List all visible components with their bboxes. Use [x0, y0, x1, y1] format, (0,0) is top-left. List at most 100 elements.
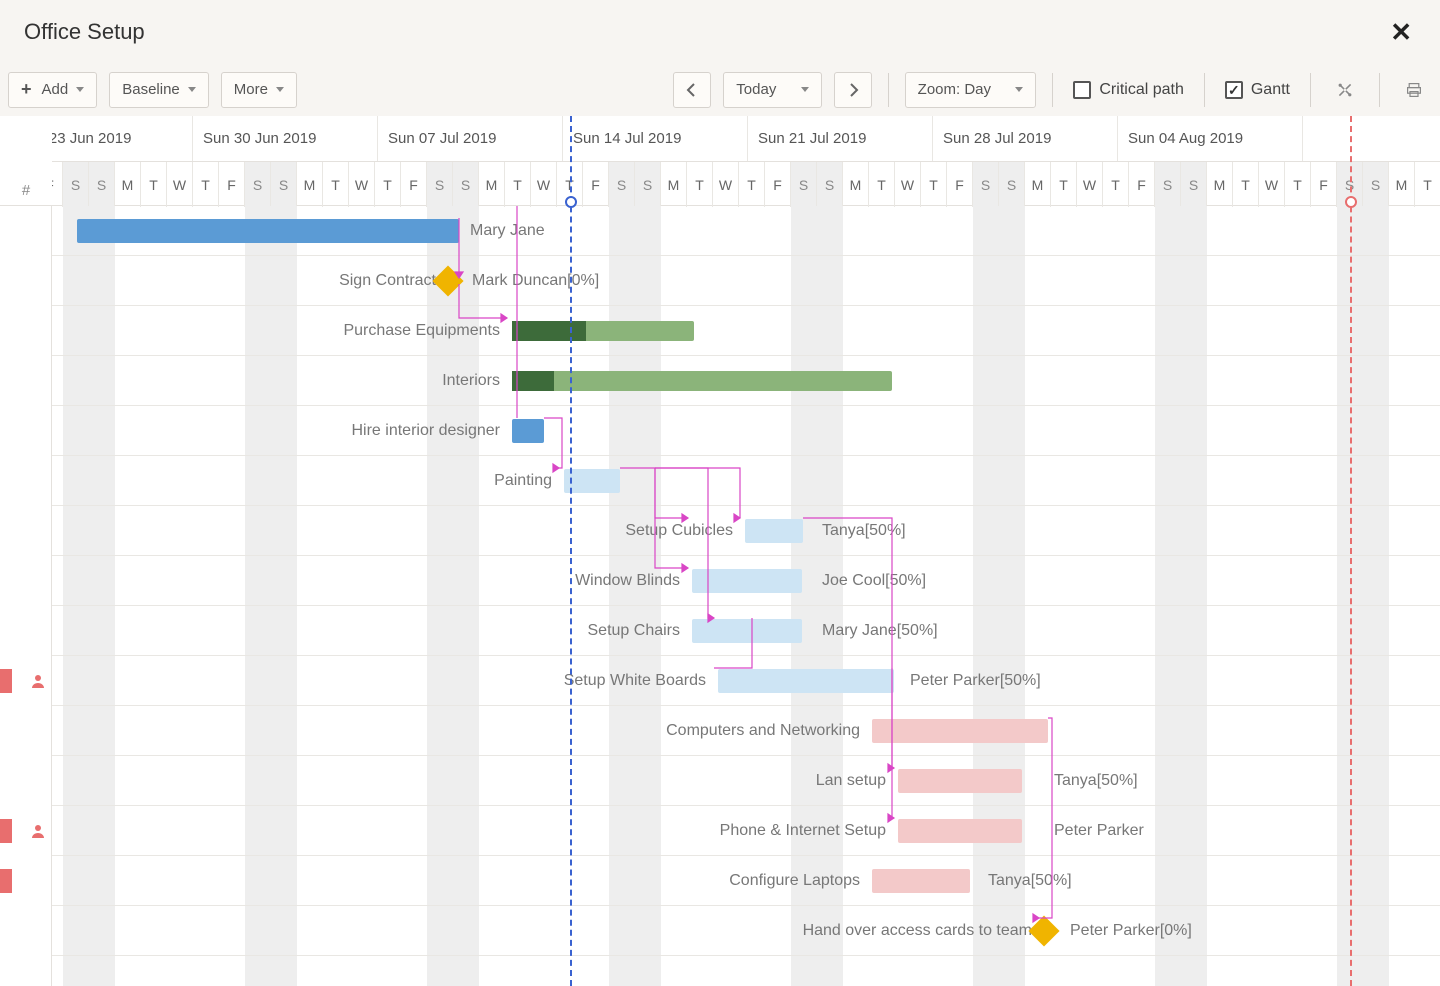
task-assignee-label: Mary Jane[50%] — [822, 606, 938, 656]
gantt-row[interactable]: Sign ContractMark Duncan[0%] — [52, 256, 1440, 306]
task-name-label: Window Blinds — [52, 556, 680, 606]
timeline-week-cell: Sun 28 Jul 2019 — [933, 116, 1118, 161]
gantt-chart-pane[interactable]: 19Sun 23 Jun 2019Sun 30 Jun 2019Sun 07 J… — [52, 116, 1440, 986]
person-icon — [30, 823, 46, 839]
gantt-row[interactable]: Purchase Equipments — [52, 306, 1440, 356]
timeline-week-cell: Sun 23 Jun 2019 — [52, 116, 193, 161]
gantt-bar[interactable] — [512, 419, 544, 443]
more-label: More — [234, 81, 268, 98]
gantt-bar[interactable] — [692, 619, 802, 643]
arrow-left-icon — [684, 82, 700, 98]
timeline-day-cell: T — [375, 162, 401, 207]
title-bar: Office Setup ✕ — [0, 0, 1440, 64]
task-name-label: Phone & Internet Setup — [52, 806, 886, 856]
gantt-bar[interactable] — [898, 819, 1022, 843]
gantt-row[interactable]: Hand over access cards to teamPeter Park… — [52, 906, 1440, 956]
gantt-row[interactable]: Lan setupTanya[50%] — [52, 756, 1440, 806]
chevron-down-icon — [801, 87, 809, 92]
overdue-indicator — [0, 869, 12, 893]
tools-icon — [1337, 82, 1353, 98]
today-button[interactable]: Today — [723, 72, 821, 108]
task-name-label: Interiors — [52, 356, 500, 406]
timeline-day-cell: S — [1363, 162, 1389, 207]
task-name-label: Setup Cubicles — [52, 506, 733, 556]
gantt-bar[interactable] — [77, 219, 459, 243]
timeline-day-cell: W — [713, 162, 739, 207]
gantt-row[interactable]: Setup ChairsMary Jane[50%] — [52, 606, 1440, 656]
timeline-day-cell: T — [323, 162, 349, 207]
gantt-row-gutter — [0, 606, 52, 656]
next-button[interactable] — [834, 72, 872, 108]
timeline-day-cell: S — [453, 162, 479, 207]
timeline-day-cell: S — [635, 162, 661, 207]
prev-button[interactable] — [673, 72, 711, 108]
task-name-label: Sign Contract — [52, 256, 436, 306]
task-name-label: Setup White Boards — [52, 656, 706, 706]
task-assignee-label: Tanya[50%] — [988, 856, 1072, 906]
gantt-bar[interactable] — [718, 669, 894, 693]
gantt-row-gutter — [0, 356, 52, 406]
timeline-week-cell: Sun 04 Aug 2019 — [1118, 116, 1303, 161]
timeline-day-cell: F — [1129, 162, 1155, 207]
critical-marker — [1350, 116, 1352, 986]
task-assignee-label: Mary Jane — [470, 206, 545, 256]
gantt-row[interactable]: Phone & Internet Setup Peter Parker — [52, 806, 1440, 856]
gantt-row[interactable]: Window BlindsJoe Cool[50%] — [52, 556, 1440, 606]
timeline-day-cell: T — [1415, 162, 1440, 207]
timeline-day-cell: M — [297, 162, 323, 207]
gantt-toggle[interactable]: Gantt — [1221, 72, 1294, 108]
baseline-button[interactable]: Baseline — [109, 72, 209, 108]
timeline-day-cell: S — [1181, 162, 1207, 207]
close-icon[interactable]: ✕ — [1386, 13, 1416, 52]
timeline-day-cell: T — [1051, 162, 1077, 207]
gantt-row[interactable]: Interiors — [52, 356, 1440, 406]
chevron-down-icon — [1015, 87, 1023, 92]
gantt-row[interactable]: Computers and Networking — [52, 706, 1440, 756]
settings-button[interactable] — [1327, 72, 1363, 108]
task-name-label: Painting — [52, 456, 552, 506]
zoom-button[interactable]: Zoom: Day — [905, 72, 1037, 108]
milestone-marker[interactable] — [1028, 915, 1059, 946]
gantt-bar[interactable] — [564, 469, 620, 493]
page-title: Office Setup — [24, 19, 145, 45]
task-name-label: Computers and Networking — [52, 706, 860, 756]
gantt-bar[interactable] — [512, 321, 694, 341]
more-button[interactable]: More — [221, 72, 297, 108]
gantt-label: Gantt — [1251, 81, 1290, 99]
timeline-day-cell: T — [739, 162, 765, 207]
separator — [1379, 73, 1380, 107]
gantt-row[interactable]: Setup CubiclesTanya[50%] — [52, 506, 1440, 556]
gantt-bar[interactable] — [898, 769, 1022, 793]
gantt-row-gutter — [0, 206, 52, 256]
task-assignee-label: Peter Parker — [1054, 806, 1144, 856]
gantt-container: # 19Sun 23 Jun 2019Sun 30 Jun 2019Sun 07… — [0, 116, 1440, 986]
timeline-day-cell: W — [1077, 162, 1103, 207]
critical-path-toggle[interactable]: Critical path — [1069, 72, 1187, 108]
gantt-row[interactable]: Setup White BoardsPeter Parker[50%] — [52, 656, 1440, 706]
gantt-timeline: 19Sun 23 Jun 2019Sun 30 Jun 2019Sun 07 J… — [52, 116, 1440, 206]
timeline-day-cell: M — [1389, 162, 1415, 207]
gantt-bar[interactable] — [872, 869, 970, 893]
timeline-day-cell: T — [505, 162, 531, 207]
timeline-day-cell: T — [141, 162, 167, 207]
chevron-down-icon — [76, 87, 84, 92]
gantt-row-gutter — [0, 906, 52, 956]
add-button[interactable]: + Add — [8, 72, 97, 108]
gantt-bar[interactable] — [745, 519, 803, 543]
gantt-bar[interactable] — [692, 569, 802, 593]
gantt-bar[interactable] — [512, 371, 892, 391]
print-icon — [1406, 82, 1422, 98]
gantt-row[interactable]: Mary Jane — [52, 206, 1440, 256]
gantt-row[interactable]: Painting — [52, 456, 1440, 506]
timeline-day-cell: S — [89, 162, 115, 207]
gantt-row[interactable]: Hire interior designer — [52, 406, 1440, 456]
milestone-marker[interactable] — [432, 265, 463, 296]
timeline-day-cell: T — [1103, 162, 1129, 207]
timeline-day-cell: M — [115, 162, 141, 207]
checkbox-icon — [1073, 81, 1091, 99]
print-button[interactable] — [1396, 72, 1432, 108]
timeline-day-cell: W — [167, 162, 193, 207]
timeline-day-cell: F — [765, 162, 791, 207]
gantt-row[interactable]: Configure LaptopsTanya[50%] — [52, 856, 1440, 906]
gantt-bar[interactable] — [872, 719, 1048, 743]
